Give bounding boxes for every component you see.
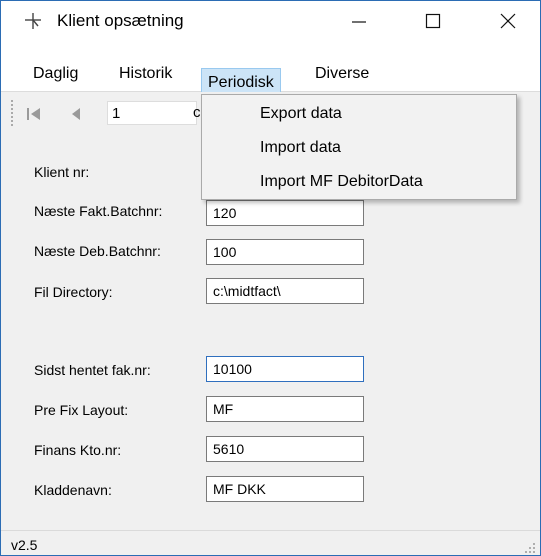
menu-item-import-data[interactable]: Import data [260,139,341,157]
menu-bar: Daglig Historik Periodisk Diverse [1,41,540,97]
minimize-button[interactable] [329,1,389,41]
version-label: v2.5 [11,537,38,553]
position-input[interactable]: 1 [107,101,197,125]
input-pre-fix-layout[interactable]: MF [206,396,364,422]
label-klient-nr: Klient nr: [34,164,90,180]
status-bar: v2.5 [1,530,540,555]
label-kladdenavn: Kladdenavn: [34,482,112,498]
close-icon [500,13,516,29]
resize-grip-icon[interactable] [524,542,536,554]
app-icon [25,13,41,29]
input-naeste-fakt-batchnr[interactable]: 120 [206,200,364,226]
label-naeste-fakt-batchnr: Næste Fakt.Batchnr: [34,203,163,219]
input-naeste-deb-batchnr[interactable]: 100 [206,239,364,265]
maximize-button[interactable] [403,1,463,41]
input-sidst-hentet-fak-nr[interactable]: 10100 [206,356,364,382]
input-fil-directory[interactable]: c:\midtfact\ [206,278,364,304]
move-first-icon[interactable] [25,106,43,122]
menu-historik[interactable]: Historik [113,59,178,89]
count-label: c [193,104,201,121]
label-naeste-deb-batchnr: Næste Deb.Batchnr: [34,243,161,259]
label-sidst-hentet-fak-nr: Sidst hentet fak.nr: [34,362,151,378]
periodisk-dropdown-menu: Export data Import data Import MF Debito… [201,94,517,200]
label-fil-directory: Fil Directory: [34,284,113,300]
client-setup-window: Klient opsætning Daglig Historik Periodi… [0,0,541,556]
move-previous-icon[interactable] [69,106,83,122]
maximize-icon [425,13,441,29]
input-finans-kto-nr[interactable]: 5610 [206,436,364,462]
label-pre-fix-layout: Pre Fix Layout: [34,402,129,418]
close-button[interactable] [478,1,538,41]
menu-daglig[interactable]: Daglig [27,59,84,89]
menu-item-import-mf-debitordata[interactable]: Import MF DebitorData [260,173,423,191]
title-bar[interactable]: Klient opsætning [1,1,540,41]
minimize-icon [352,21,366,23]
input-kladdenavn[interactable]: MF DKK [206,476,364,502]
menu-item-export-data[interactable]: Export data [260,105,342,123]
label-finans-kto-nr: Finans Kto.nr: [34,442,122,458]
menu-diverse[interactable]: Diverse [309,59,375,89]
toolbar-grip[interactable] [11,100,17,126]
window-title: Klient opsætning [57,11,184,30]
